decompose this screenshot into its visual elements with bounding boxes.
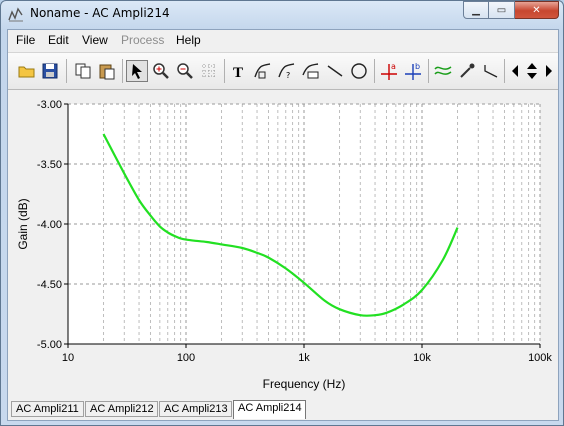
- svg-text:?: ?: [286, 71, 290, 80]
- x-tick-label: 100: [177, 352, 195, 364]
- toolbar: T ? a b: [8, 52, 558, 90]
- line-tool-icon[interactable]: [324, 60, 346, 82]
- save-icon[interactable]: [39, 60, 61, 82]
- open-folder-icon[interactable]: [16, 60, 38, 82]
- y-tick-label: -3.50: [37, 159, 62, 171]
- y-tick-label: -4.00: [37, 219, 62, 231]
- cursor-a-icon[interactable]: a: [378, 60, 400, 82]
- svg-text:b: b: [415, 62, 420, 71]
- x-tick-label: 1k: [298, 352, 310, 364]
- toolbar-separator: [66, 59, 67, 83]
- maximize-button[interactable]: ▭: [489, 1, 515, 19]
- toolbar-separator: [374, 59, 375, 83]
- curve-label-icon[interactable]: [252, 60, 274, 82]
- curve-label-2-icon[interactable]: ?: [276, 60, 298, 82]
- menu-file[interactable]: File: [16, 33, 35, 47]
- grid-icon[interactable]: [198, 60, 220, 82]
- pointer-icon[interactable]: [126, 60, 148, 82]
- tab-ac-ampli211[interactable]: AC Ampli211: [11, 401, 84, 417]
- tab-ac-ampli212[interactable]: AC Ampli212: [85, 401, 158, 417]
- text-tool-icon[interactable]: T: [228, 60, 250, 82]
- ellipse-tool-icon[interactable]: [348, 60, 370, 82]
- paste-icon[interactable]: [96, 60, 118, 82]
- arrow-right-icon[interactable]: [537, 60, 559, 82]
- toolbar-separator: [122, 59, 123, 83]
- menu-bar: File Edit View Process Help: [8, 30, 558, 50]
- menu-help[interactable]: Help: [176, 33, 201, 47]
- svg-text:T: T: [233, 65, 243, 81]
- app-icon: [8, 7, 23, 22]
- app-window: Noname - AC Ampli214 ▁ ▭ ✕ File Edit Vie…: [0, 0, 564, 426]
- copy-icon[interactable]: [72, 60, 94, 82]
- edit-label-icon[interactable]: [300, 60, 322, 82]
- cursor-b-icon[interactable]: b: [402, 60, 424, 82]
- zoom-in-icon[interactable]: [150, 60, 172, 82]
- curves-icon[interactable]: [432, 60, 454, 82]
- x-axis-label: Frequency (Hz): [263, 377, 346, 391]
- caption-buttons: ▁ ▭ ✕: [463, 1, 559, 20]
- y-tick-label: -3.00: [37, 99, 62, 111]
- y-axis-label: Gain (dB): [16, 198, 30, 249]
- window-title: Noname - AC Ampli214: [30, 6, 170, 20]
- menu-process[interactable]: Process: [121, 33, 164, 47]
- minimize-button[interactable]: ▁: [463, 1, 489, 19]
- title-bar[interactable]: Noname - AC Ampli214 ▁ ▭ ✕: [1, 1, 563, 29]
- close-button[interactable]: ✕: [515, 1, 559, 19]
- toolbar-separator: [224, 59, 225, 83]
- y-tick-label: -5.00: [37, 339, 62, 351]
- x-tick-label: 100k: [528, 352, 552, 364]
- menu-edit[interactable]: Edit: [48, 33, 69, 47]
- marker-icon[interactable]: [480, 60, 502, 82]
- tab-bar: AC Ampli211 AC Ampli212 AC Ampli213 AC A…: [8, 400, 558, 420]
- x-tick-label: 10: [62, 352, 74, 364]
- tab-ac-ampli213[interactable]: AC Ampli213: [159, 401, 232, 417]
- svg-text:a: a: [391, 62, 396, 71]
- x-tick-label: 10k: [413, 352, 431, 364]
- toolbar-separator: [428, 59, 429, 83]
- menu-view[interactable]: View: [82, 33, 108, 47]
- x-ticks: 10 100 1k 10k 100k: [62, 344, 552, 364]
- y-ticks: -3.00 -3.50 -4.00 -4.50 -5.00: [37, 99, 68, 351]
- client-area: File Edit View Process Help T ? a b -3.0…: [7, 29, 559, 421]
- y-tick-label: -4.50: [37, 279, 62, 291]
- plot-area[interactable]: -3.00 -3.50 -4.00 -4.50 -5.00 10 100 1k 10k 100k…: [10, 90, 556, 396]
- eyedropper-icon[interactable]: [456, 60, 478, 82]
- zoom-out-icon[interactable]: [174, 60, 196, 82]
- tab-ac-ampli214[interactable]: AC Ampli214: [233, 400, 306, 419]
- gain-chart[interactable]: -3.00 -3.50 -4.00 -4.50 -5.00 10 100 1k 10k 100k…: [10, 90, 556, 396]
